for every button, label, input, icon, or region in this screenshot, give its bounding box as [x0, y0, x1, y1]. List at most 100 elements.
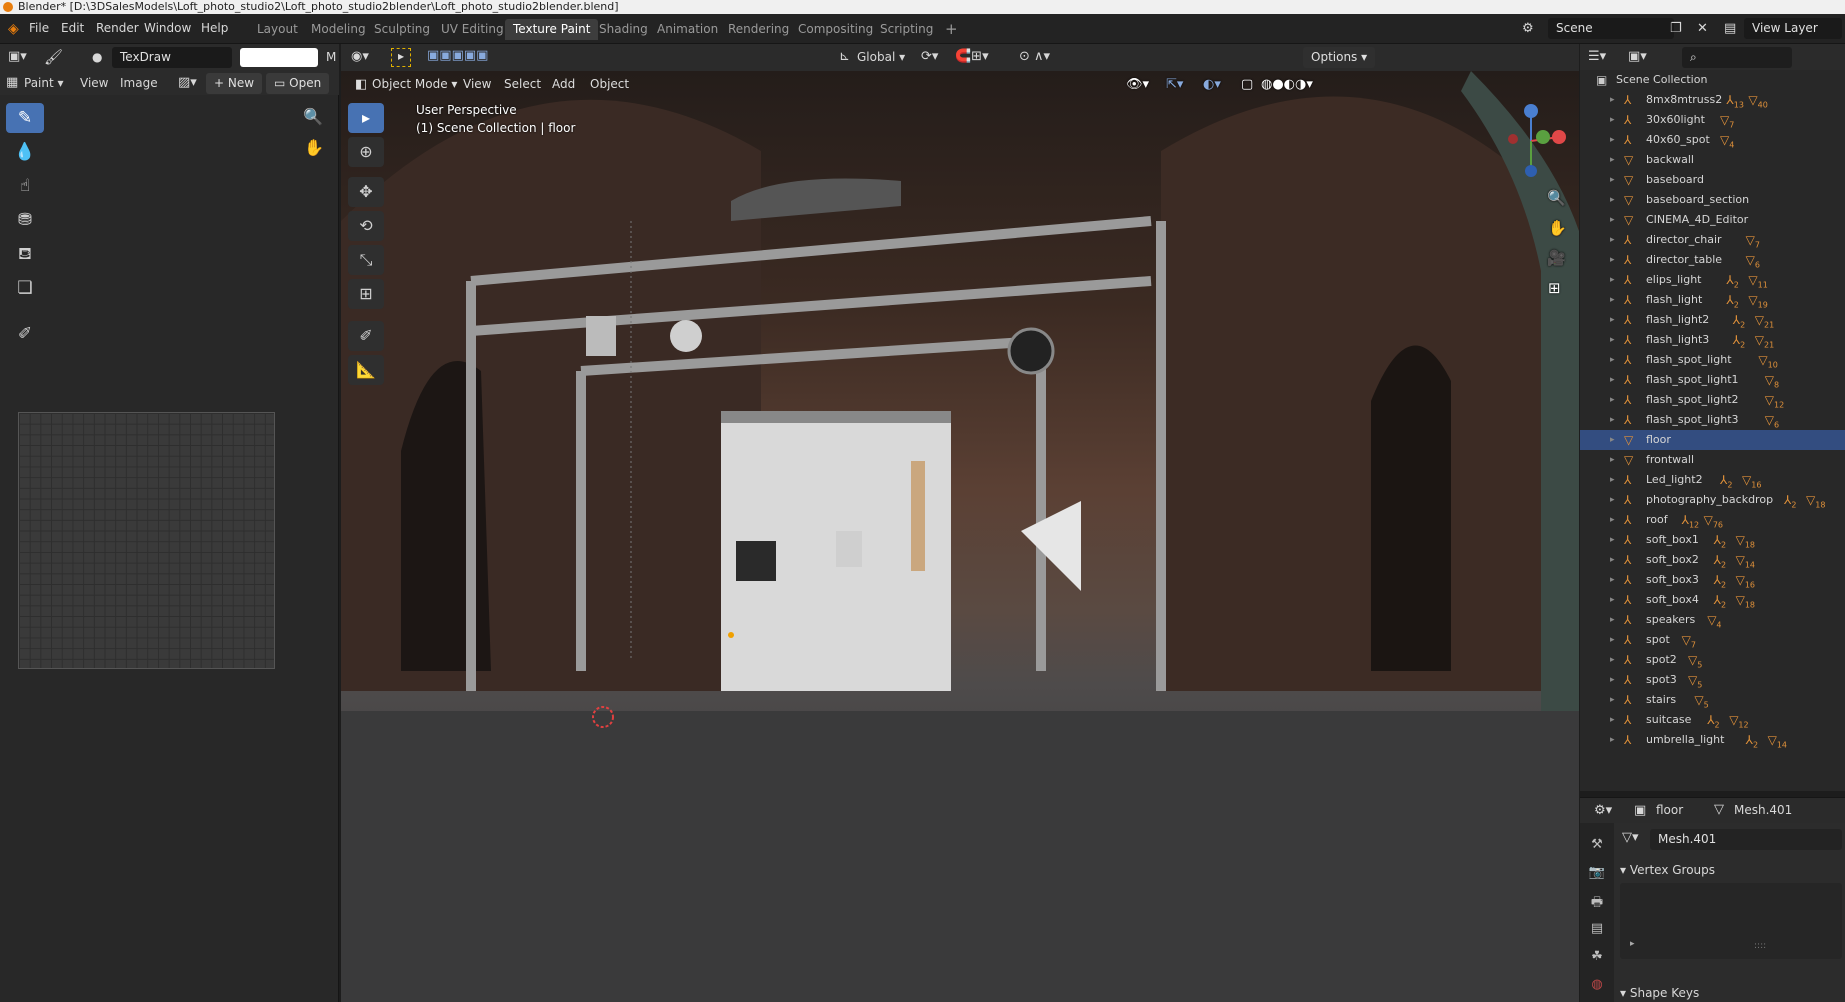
rotate-tool-icon[interactable]: ⟲	[348, 211, 384, 241]
expand-arrow-icon[interactable]: ▸	[1610, 90, 1615, 110]
outliner-item[interactable]: ▸ ⅄ soft_box3 ⅄2 ▽16	[1580, 570, 1845, 590]
outliner-item[interactable]: ▸ ▽ CINEMA_4D_Editor	[1580, 210, 1845, 230]
scene-tab-icon[interactable]: ☘	[1588, 949, 1606, 967]
tab-scripting[interactable]: Scripting	[872, 19, 941, 40]
expand-arrow-icon[interactable]: ▸	[1610, 110, 1615, 130]
tab-sculpting[interactable]: Sculpting	[366, 19, 438, 40]
outliner-item[interactable]: ▸ ▽ baseboard_section	[1580, 190, 1845, 210]
pivot-icon[interactable]: ⟳▾	[921, 49, 938, 64]
viewport-editor-type-icon[interactable]: ◉▾	[351, 49, 369, 64]
expand-arrow-icon[interactable]: ▸	[1610, 310, 1615, 330]
camera-view-icon[interactable]: 🎥	[1547, 249, 1566, 267]
outliner-root[interactable]: ▣ Scene Collection	[1580, 70, 1845, 90]
image-canvas[interactable]	[18, 412, 275, 669]
outliner-item[interactable]: ▸ ⅄ spot3 ▽5	[1580, 670, 1845, 690]
clone-tool-icon[interactable]: ⛃	[6, 205, 44, 235]
select-cursor-icon[interactable]: ▸	[391, 48, 411, 67]
expand-arrow-icon[interactable]: ▸	[1610, 330, 1615, 350]
expand-arrow-icon[interactable]: ▸	[1610, 590, 1615, 610]
expand-arrow-icon[interactable]: ▸	[1610, 150, 1615, 170]
zoom-icon[interactable]: 🔍	[303, 107, 323, 126]
expand-arrow-icon[interactable]: ▸	[1610, 650, 1615, 670]
outliner-item[interactable]: ▸ ⅄ flash_light2 ⅄2 ▽21	[1580, 310, 1845, 330]
scale-tool-icon[interactable]: ⤡	[348, 245, 384, 275]
outliner-item[interactable]: ▸ ▽ floor	[1580, 430, 1845, 450]
mask-tool-icon[interactable]: ❏	[6, 273, 44, 303]
expand-arrow-icon[interactable]: ▸	[1610, 570, 1615, 590]
ortho-toggle-icon[interactable]: ⊞	[1548, 279, 1561, 297]
overlays-icon[interactable]: ◐▾	[1203, 77, 1221, 92]
viewport-menu-select[interactable]: Select	[504, 77, 541, 91]
move-tool-icon[interactable]: ✥	[348, 177, 384, 207]
expand-arrow-icon[interactable]: ▸	[1610, 710, 1615, 730]
expand-arrow-icon[interactable]: ▸	[1610, 610, 1615, 630]
outliner-item[interactable]: ▸ ▽ baseboard	[1580, 170, 1845, 190]
view-layer-tab-icon[interactable]: ▤	[1588, 921, 1606, 939]
viewport-menu-view[interactable]: View	[463, 77, 491, 91]
tab-shading[interactable]: Shading	[591, 19, 656, 40]
cursor-tool-icon[interactable]: ⊕	[348, 137, 384, 167]
image-browse-icon[interactable]: ▨▾	[178, 75, 197, 90]
outliner-search-input[interactable]: ⌕	[1682, 47, 1792, 68]
outliner-item[interactable]: ▸ ⅄ suitcase ⅄2 ▽12	[1580, 710, 1845, 730]
outliner-item[interactable]: ▸ ⅄ 30x60light ▽7	[1580, 110, 1845, 130]
outliner-type-icon[interactable]: ☰▾	[1588, 49, 1606, 64]
outliner-item[interactable]: ▸ ⅄ speakers ▽4	[1580, 610, 1845, 630]
expand-arrow-icon[interactable]: ▸	[1610, 250, 1615, 270]
expand-arrow-icon[interactable]: ▸	[1610, 370, 1615, 390]
menu-image[interactable]: Image	[120, 76, 158, 90]
annotate-tool-icon-vp[interactable]: ✐	[348, 321, 384, 351]
outliner-item[interactable]: ▸ ⅄ soft_box1 ⅄2 ▽18	[1580, 530, 1845, 550]
outliner-item[interactable]: ▸ ⅄ soft_box2 ⅄2 ▽14	[1580, 550, 1845, 570]
world-tab-icon[interactable]: ◍	[1588, 977, 1606, 995]
expand-arrow-icon[interactable]: ▸	[1610, 470, 1615, 490]
expand-arrow-icon[interactable]: ▸	[1610, 670, 1615, 690]
transform-orientation-dropdown[interactable]: Global ▾	[857, 50, 905, 64]
outliner-item[interactable]: ▸ ⅄ spot ▽7	[1580, 630, 1845, 650]
display-mode-icon[interactable]: ▣▾	[1628, 49, 1647, 64]
menu-help[interactable]: Help	[201, 21, 228, 35]
shading-modes-icon[interactable]: ◍●◐◑▾	[1261, 77, 1313, 92]
gizmo-icon[interactable]: ⇱▾	[1166, 77, 1183, 92]
expand-arrow-icon[interactable]: ▸	[1610, 230, 1615, 250]
remove-scene-icon[interactable]: ✕	[1697, 21, 1708, 36]
navigation-gizmo[interactable]	[1491, 101, 1571, 181]
outliner-item[interactable]: ▸ ⅄ elips_light ⅄2 ▽11	[1580, 270, 1845, 290]
menu-render[interactable]: Render	[96, 21, 139, 35]
mode-dropdown[interactable]: Paint ▾	[24, 76, 64, 90]
outliner-item[interactable]: ▸ ⅄ roof ⅄12 ▽76	[1580, 510, 1845, 530]
menu-file[interactable]: File	[29, 21, 49, 35]
viewport-pan-icon[interactable]: ✋	[1548, 219, 1567, 237]
measure-tool-icon[interactable]: 📐	[348, 355, 384, 385]
expand-arrow-icon[interactable]: ▸	[1610, 290, 1615, 310]
tab-animation[interactable]: Animation	[649, 19, 726, 40]
tab-texture-paint[interactable]: Texture Paint	[505, 19, 599, 40]
tab-layout[interactable]: Layout	[249, 19, 306, 40]
expand-arrow-icon[interactable]: ▸	[1610, 730, 1615, 750]
shape-keys-panel-header[interactable]: ▾ Shape Keys	[1620, 986, 1699, 1000]
select-mode-icons[interactable]: ▣▣▣▣▣	[427, 48, 488, 63]
outliner-item[interactable]: ▸ ⅄ flash_light3 ⅄2 ▽21	[1580, 330, 1845, 350]
xray-icon[interactable]: ▢	[1241, 77, 1253, 92]
mesh-name-field[interactable]: Mesh.401	[1650, 829, 1842, 850]
outliner-item[interactable]: ▸ ⅄ director_table ▽6	[1580, 250, 1845, 270]
expand-arrow-icon[interactable]: ▸	[1610, 190, 1615, 210]
expand-arrow-icon[interactable]: ▸	[1610, 530, 1615, 550]
menu-edit[interactable]: Edit	[61, 21, 84, 35]
menu-window[interactable]: Window	[144, 21, 191, 35]
output-tab-icon[interactable]: 🖶	[1588, 893, 1606, 911]
expand-arrow-icon[interactable]: ▸	[1610, 550, 1615, 570]
expand-arrow-icon[interactable]: ▸	[1610, 270, 1615, 290]
new-image-button[interactable]: + New	[206, 73, 263, 94]
visibility-icon[interactable]: 👁▾	[1126, 77, 1149, 92]
viewport-menu-object[interactable]: Object	[590, 77, 629, 91]
expand-arrow-icon[interactable]: ▸	[1610, 510, 1615, 530]
view-layer-icon[interactable]: ▤	[1724, 21, 1736, 36]
soften-tool-icon[interactable]: 💧	[6, 137, 44, 167]
outliner-item[interactable]: ▸ ⅄ soft_box4 ⅄2 ▽18	[1580, 590, 1845, 610]
viewport-zoom-icon[interactable]: 🔍	[1547, 189, 1566, 207]
tool-tab-icon[interactable]: ⚒	[1588, 837, 1606, 855]
mesh-data-icon[interactable]: ▽14	[1768, 730, 1787, 755]
vertex-groups-panel-header[interactable]: ▾ Vertex Groups	[1620, 863, 1715, 877]
outliner-item[interactable]: ▸ ⅄ 8mx8mtruss2 ⅄13 ▽40	[1580, 90, 1845, 110]
